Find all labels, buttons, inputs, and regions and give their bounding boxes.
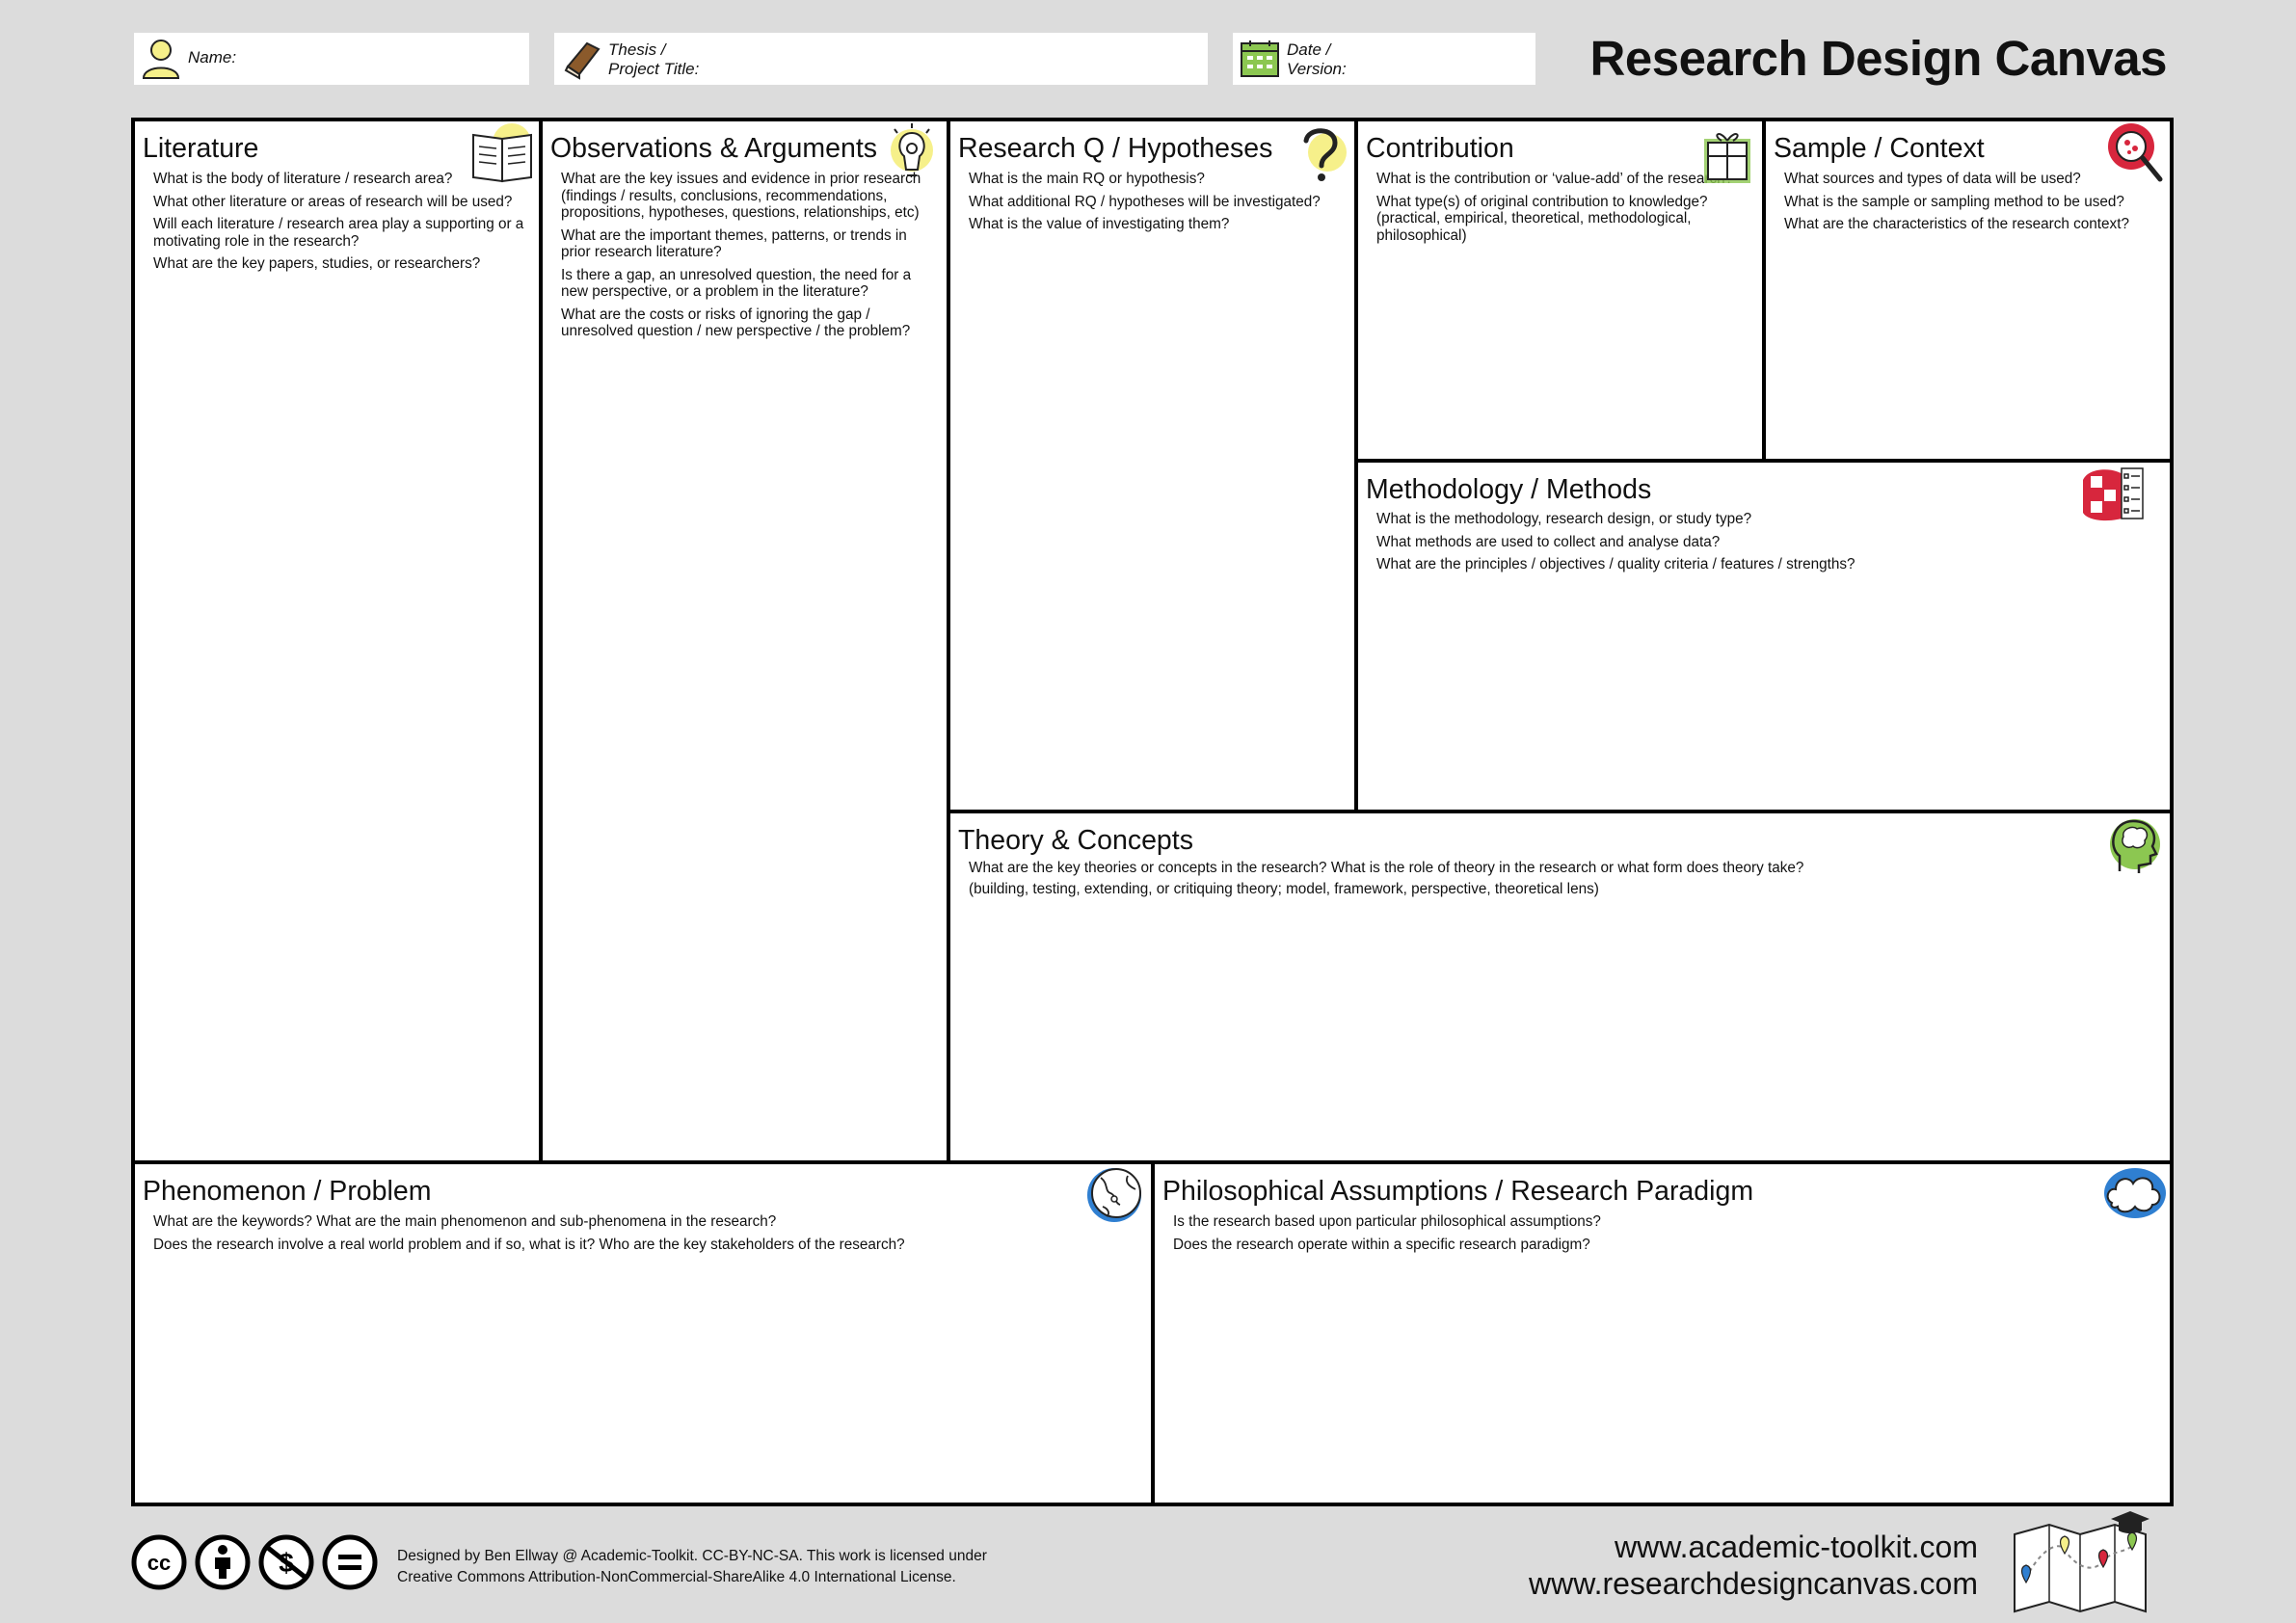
page-title: Research Design Canvas [1589, 31, 2168, 86]
name-label: Name: [188, 48, 237, 67]
nc-icon: $ [258, 1534, 314, 1590]
lightbulb-icon [891, 123, 933, 176]
question-mark-icon [1303, 128, 1347, 181]
guiding-question: What are the keywords? What are the main… [153, 1213, 777, 1230]
cc-text: cc [147, 1551, 171, 1575]
book-icon [472, 123, 532, 183]
date-label: Date / Version: [1287, 40, 1347, 78]
checklist-icon [2083, 467, 2144, 521]
academic-toolkit-link[interactable]: www.academic-toolkit.com [1529, 1529, 1978, 1565]
magnifier-icon [2108, 123, 2163, 182]
guiding-question: (building, testing, extending, or critiq… [969, 880, 1599, 897]
methodology-section[interactable]: Methodology / Methods What is the method… [1358, 463, 2170, 810]
section-title: Theory & Concepts [958, 825, 1193, 856]
person-icon [142, 40, 180, 79]
website-links: www.academic-toolkit.com www.researchdes… [1529, 1529, 1978, 1602]
guiding-question: What are the principles / objectives / q… [1376, 556, 1855, 572]
guiding-question: What type(s) of original contribution to… [1376, 193, 1708, 244]
cc-icon: cc [131, 1534, 187, 1590]
guiding-question: Will each literature / research area pla… [153, 216, 524, 250]
head-brain-icon [2110, 819, 2160, 873]
cloud-icon [2104, 1168, 2166, 1218]
guiding-question: What additional RQ / hypotheses will be … [969, 193, 1321, 210]
question-list: What are the key issues and evidence in … [561, 171, 935, 346]
guiding-question: Is the research based upon particular ph… [1173, 1213, 1601, 1230]
section-title: Sample / Context [1774, 133, 1985, 164]
section-title: Research Q / Hypotheses [958, 133, 1273, 164]
section-title: Observations & Arguments [550, 133, 877, 164]
sa-icon [322, 1534, 378, 1590]
guiding-question: What is the methodology, research design… [1376, 511, 1752, 527]
date-version-field[interactable]: Date / Version: [1233, 33, 1535, 85]
section-title: Philosophical Assumptions / Research Par… [1162, 1176, 1754, 1207]
guiding-question: What are the important themes, patterns,… [561, 226, 907, 261]
section-title: Phenomenon / Problem [143, 1176, 432, 1207]
theory-concepts-section[interactable]: Theory & Concepts What are the key theor… [950, 810, 2170, 1160]
question-list: Is the research based upon particular ph… [1173, 1213, 2158, 1259]
section-title: Methodology / Methods [1366, 474, 1652, 505]
sample-context-section[interactable]: Sample / Context What sources and types … [1766, 121, 2170, 463]
guiding-question: What is the value of investigating them? [969, 216, 1230, 232]
section-title: Literature [143, 133, 259, 164]
guiding-question: Does the research operate within a speci… [1173, 1236, 1590, 1253]
research-questions-section[interactable]: Research Q / Hypotheses What is the main… [950, 121, 1358, 810]
thesis-label: Thesis / Project Title: [608, 40, 700, 78]
guiding-question: What are the key theories or concepts in… [969, 860, 1804, 876]
observations-section[interactable]: Observations & Arguments What are the ke… [543, 121, 950, 1160]
research-design-canvas: Literature What is the body of literatur… [131, 118, 2174, 1506]
calendar-icon [1241, 40, 1279, 77]
by-icon [195, 1534, 251, 1590]
guiding-question: What other literature or areas of resear… [153, 193, 513, 210]
license-line: Creative Commons Attribution-NonCommerci… [397, 1569, 956, 1585]
question-list: What is the methodology, research design… [1376, 511, 2158, 579]
license-line: Designed by Ben Ellway @ Academic-Toolki… [397, 1548, 987, 1564]
guiding-question: What is the sample or sampling method to… [1784, 193, 2124, 210]
globe-icon [1087, 1168, 1141, 1222]
question-list: What are the key theories or concepts in… [969, 860, 2158, 901]
brown-book-icon [564, 41, 601, 80]
license-text: Designed by Ben Ellway @ Academic-Toolki… [397, 1546, 987, 1588]
guiding-question: What are the key papers, studies, or res… [153, 255, 481, 272]
thesis-title-field[interactable]: Thesis / Project Title: [554, 33, 1208, 85]
guiding-question: Does the research involve a real world p… [153, 1236, 905, 1253]
map-graduation-cap-icon [2014, 1511, 2149, 1613]
guiding-question: Is there a gap, an unresolved question, … [561, 266, 912, 301]
philosophical-assumptions-section[interactable]: Philosophical Assumptions / Research Par… [1155, 1160, 2170, 1503]
guiding-question: What are the costs or risks of ignoring … [561, 306, 911, 340]
literature-section[interactable]: Literature What is the body of literatur… [135, 121, 543, 1160]
guiding-question: What methods are used to collect and ana… [1376, 533, 1721, 550]
question-list: What are the keywords? What are the main… [153, 1213, 1139, 1259]
name-field[interactable]: Name: [134, 33, 529, 85]
creative-commons-badges: cc $ [131, 1534, 378, 1590]
research-design-canvas-link[interactable]: www.researchdesigncanvas.com [1529, 1565, 1978, 1602]
guiding-question: What are the characteristics of the rese… [1784, 216, 2129, 232]
contribution-section[interactable]: Contribution What is the contribution or… [1358, 121, 1766, 463]
gift-icon [1704, 133, 1750, 183]
phenomenon-problem-section[interactable]: Phenomenon / Problem What are the keywor… [135, 1160, 1155, 1503]
section-title: Contribution [1366, 133, 1514, 164]
